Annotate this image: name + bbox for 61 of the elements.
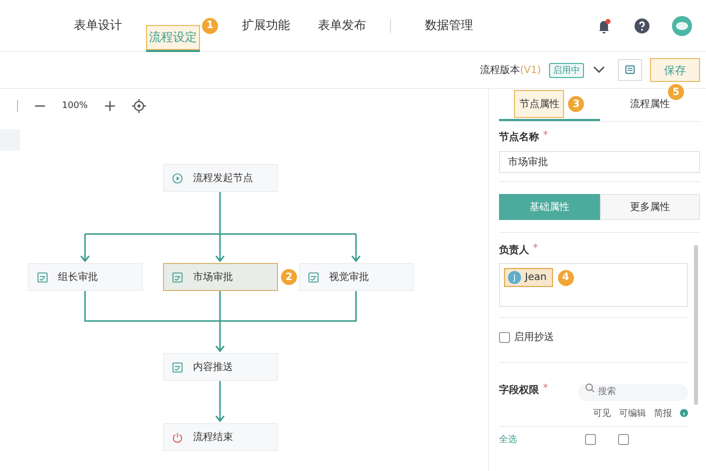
nav-tab[interactable]: 表单设计 [70, 0, 126, 51]
required-mark: * [543, 382, 548, 396]
node-label: 流程结束 [193, 430, 233, 444]
node-name-field[interactable]: 市场审批 [499, 151, 700, 173]
version-label: 流程版本(V1) [480, 64, 541, 77]
field-label: 字段权限 [499, 383, 539, 397]
field-label: 负责人 [499, 244, 529, 257]
flow-node[interactable]: 视觉审批 [299, 263, 414, 291]
help-icon[interactable] [634, 18, 650, 34]
panel-tab[interactable]: 节点属性 [514, 90, 564, 118]
checkbox-label: 启用抄送 [514, 330, 554, 344]
step-badge: 5 [668, 84, 684, 100]
search-field[interactable]: 搜索 [578, 384, 688, 400]
node-label: 流程发起节点 [193, 172, 253, 185]
checkbox[interactable] [618, 434, 629, 444]
node-label: 市场审批 [193, 270, 233, 284]
assignee-field[interactable]: J Jean 4 [499, 263, 688, 307]
column-header: 可编辑 [619, 408, 646, 420]
connector-arrow [215, 233, 225, 262]
flow-node[interactable]: 流程发起节点 [163, 164, 278, 192]
comment-icon [625, 64, 635, 76]
nav-tab[interactable]: 数据管理 [421, 0, 477, 51]
connector-arrow [215, 290, 225, 352]
power-icon [172, 432, 183, 442]
required-mark: * [543, 130, 548, 143]
zoom-level: 100% [62, 101, 88, 111]
zoom-in-icon[interactable] [104, 100, 116, 112]
nav-tab[interactable]: 表单发布 [314, 0, 370, 51]
form-icon [172, 272, 183, 282]
step-badge: 4 [558, 270, 574, 286]
search-icon [585, 383, 595, 393]
flow-node[interactable]: 内容推送 [163, 353, 278, 381]
checkbox[interactable] [499, 332, 510, 342]
step-badge: 3 [568, 96, 584, 112]
step-badge: 2 [281, 269, 297, 285]
checkbox[interactable] [585, 434, 596, 444]
connector-arrow [351, 233, 361, 262]
connector-arrow [215, 380, 225, 422]
form-icon [37, 272, 48, 282]
flow-node[interactable]: 流程结束 [163, 423, 278, 451]
status-tag: 启用中 [549, 62, 584, 78]
form-icon [308, 272, 319, 282]
info-icon [680, 409, 688, 417]
flow-node[interactable]: 组长审批 [28, 263, 143, 291]
step-badge: 1 [202, 18, 218, 34]
node-label: 视觉审批 [329, 270, 369, 284]
required-mark: * [533, 243, 538, 256]
locate-icon[interactable] [132, 99, 146, 113]
column-header: 可见 [593, 408, 611, 420]
person-name[interactable]: Jean [525, 272, 547, 283]
column-header: 简报 [654, 408, 672, 420]
chevron-down-icon[interactable] [592, 65, 606, 75]
segment-tab[interactable]: 更多属性 [600, 194, 700, 220]
form-icon [172, 362, 183, 372]
play-icon [172, 172, 183, 184]
comment-button[interactable] [618, 59, 642, 81]
node-label: 组长审批 [58, 270, 98, 284]
nav-tab[interactable]: 扩展功能 [238, 0, 294, 51]
connector-arrow [80, 233, 90, 262]
field-label: 节点名称 [499, 130, 539, 144]
node-label: 内容推送 [193, 360, 233, 374]
